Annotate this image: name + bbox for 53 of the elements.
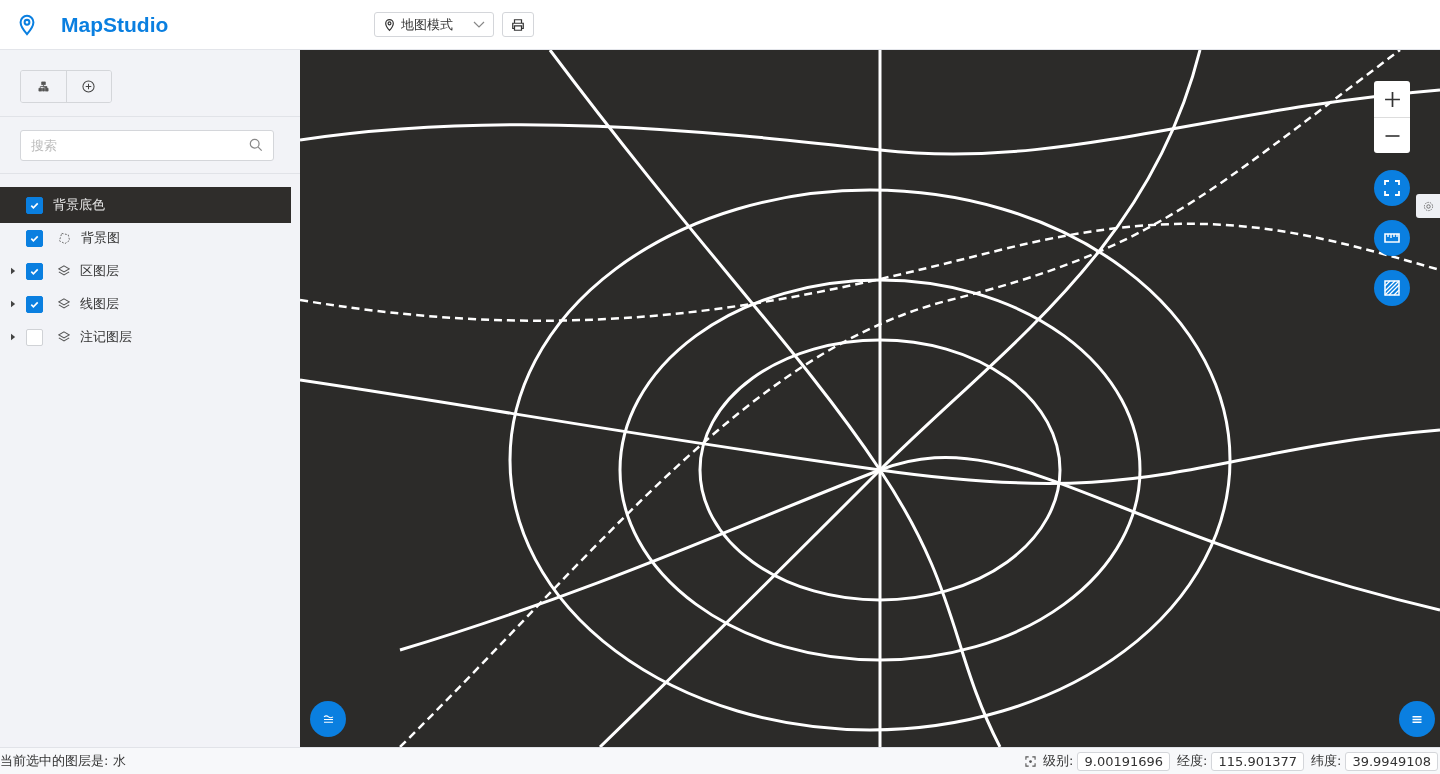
layer-label: 线图层 <box>80 295 119 313</box>
layers-icon <box>58 298 70 310</box>
print-button[interactable] <box>502 12 534 37</box>
level-value: 9.00191696 <box>1077 751 1171 771</box>
measure-button[interactable] <box>1374 220 1410 256</box>
latitude-value: 39.9949108 <box>1345 751 1438 771</box>
map-pin-icon <box>383 17 396 32</box>
fullscreen-icon <box>1384 180 1400 196</box>
plus-circle-icon <box>82 80 96 93</box>
layer-item[interactable]: 线图层 <box>0 286 291 322</box>
waves-icon <box>322 714 334 724</box>
longitude-value: 115.901377 <box>1211 751 1305 771</box>
layer-item[interactable]: 区图层 <box>0 253 291 289</box>
fullscreen-button[interactable] <box>1374 170 1410 206</box>
menu-button[interactable] <box>1399 701 1435 737</box>
layers-icon <box>58 331 70 343</box>
hierarchy-icon <box>37 81 49 92</box>
printer-icon <box>511 17 525 32</box>
menu-icon <box>1411 714 1423 724</box>
layers-icon <box>58 265 70 277</box>
settings-icon <box>1422 200 1434 212</box>
layer-label: 区图层 <box>80 262 119 280</box>
mode-dropdown[interactable]: 地图模式 <box>374 12 494 37</box>
checkbox[interactable] <box>26 229 43 247</box>
checkbox[interactable] <box>26 295 43 313</box>
caret-icon[interactable] <box>10 300 16 308</box>
plus-icon <box>1383 90 1401 108</box>
polygon-icon <box>58 231 71 245</box>
layer-label: 注记图层 <box>80 328 132 346</box>
layer-label: 背景底色 <box>53 196 105 214</box>
checkbox[interactable] <box>26 262 43 280</box>
app-title: MapStudio <box>61 12 170 37</box>
status-message: 当前选中的图层是: 水 <box>0 752 126 770</box>
hatch-button[interactable] <box>1374 270 1410 306</box>
chevron-down-icon <box>473 20 485 29</box>
minus-icon <box>1383 134 1401 137</box>
checkbox[interactable] <box>26 196 43 214</box>
layer-item[interactable]: 背景图 <box>0 220 291 256</box>
search-field[interactable]: 搜索 <box>20 130 274 161</box>
caret-icon[interactable] <box>10 333 16 341</box>
ruler-icon <box>1384 233 1400 243</box>
focus-icon <box>1025 755 1037 767</box>
search-icon <box>249 138 263 152</box>
layer-item[interactable]: 背景底色 <box>0 187 291 223</box>
caret-icon[interactable] <box>10 267 16 275</box>
layer-item[interactable]: 注记图层 <box>0 319 291 355</box>
level-label: 级别: <box>1043 752 1074 770</box>
longitude-label: 经度: <box>1177 752 1208 770</box>
waves-button[interactable] <box>310 701 346 737</box>
add-button[interactable] <box>65 71 111 102</box>
layer-label: 背景图 <box>81 229 120 247</box>
latitude-label: 纬度: <box>1311 752 1342 770</box>
hatched-square-icon <box>1384 280 1400 296</box>
